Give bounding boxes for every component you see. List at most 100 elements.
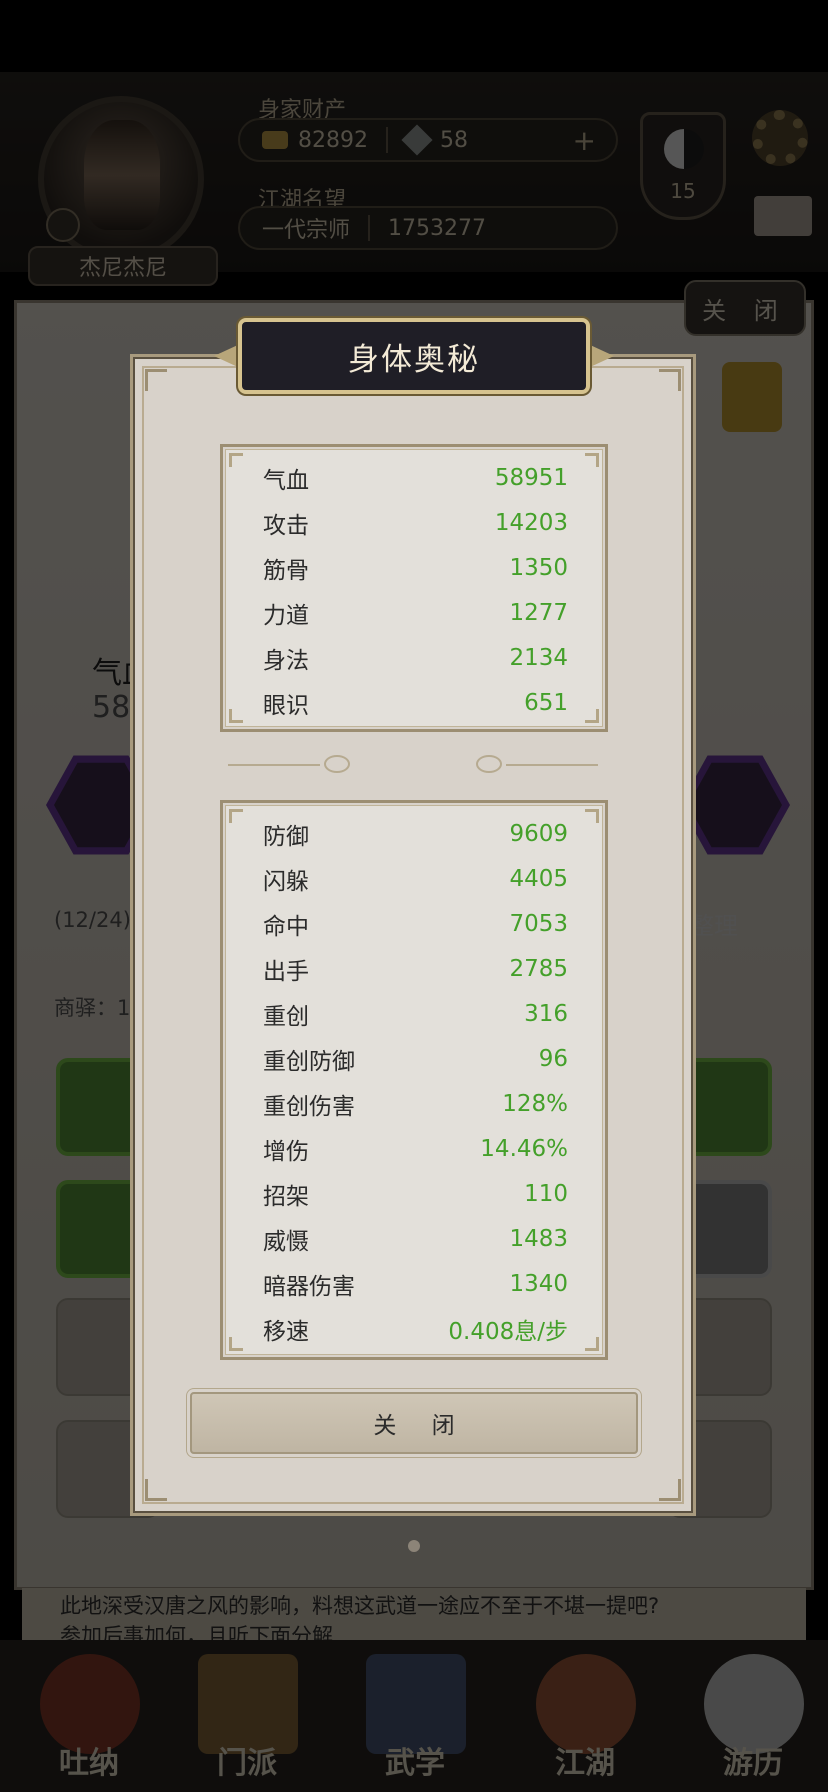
stat-row: 力道 1277 <box>263 591 568 635</box>
stat-value: 58951 <box>494 465 568 491</box>
stat-label: 暗器伤害 <box>263 1274 355 1300</box>
gold-ingot-icon <box>262 131 288 149</box>
currency-bar: 82892 58 + <box>238 118 618 162</box>
stat-row: 防御 9609 <box>263 812 568 856</box>
stat-label: 增伤 <box>263 1139 309 1165</box>
nav-label: 吐纳 <box>59 1746 119 1781</box>
nav-label: 江湖 <box>555 1746 615 1781</box>
stat-row: 闪躲 4405 <box>263 857 568 901</box>
fame-value: 1753277 <box>388 215 486 241</box>
stat-value: 14203 <box>494 510 568 536</box>
stat-value: 9609 <box>509 821 568 847</box>
corner-ornament <box>585 809 599 823</box>
level-badge <box>46 208 80 242</box>
sort-button[interactable]: 整理 <box>690 906 738 941</box>
stat-label: 攻击 <box>263 513 309 539</box>
corner-ornament <box>585 709 599 723</box>
gear-icon[interactable] <box>752 110 808 166</box>
stat-value: 14.46% <box>480 1136 568 1162</box>
combat-stats-panel: 防御 9609 闪躲 4405 命中 7053 出手 2785 重创 316 重创防御 96… <box>220 800 608 1360</box>
stat-label: 命中 <box>263 914 309 940</box>
nav-item-martial-arts[interactable]: 武学 <box>350 1640 480 1792</box>
stat-row: 眼识 651 <box>263 681 568 725</box>
stat-label: 出手 <box>263 959 309 985</box>
story-line-1: 此地深受汉唐之风的影响，料想这武道一途应不至于不堪一提吧? <box>60 1594 660 1618</box>
stat-value: 2134 <box>509 645 568 671</box>
corner-ornament <box>145 369 167 391</box>
stat-value: 1340 <box>509 1271 568 1297</box>
stat-value: 1350 <box>509 555 568 581</box>
corner-ornament <box>145 1479 167 1501</box>
corner-ornament <box>229 1337 243 1351</box>
nav-item-travel[interactable]: 游历 <box>688 1640 818 1792</box>
pendant-icon[interactable] <box>722 362 782 432</box>
sect-level-badge[interactable]: 15 <box>640 112 726 220</box>
sect-level: 15 <box>670 179 696 203</box>
stat-label: 闪躲 <box>263 869 309 895</box>
stat-value: 1277 <box>509 600 568 626</box>
horse-icon <box>688 762 782 848</box>
divider <box>386 127 388 153</box>
nav-label: 门派 <box>217 1746 277 1781</box>
stat-label: 气血 <box>263 468 309 494</box>
stat-value: 316 <box>524 1001 568 1027</box>
stat-label: 重创伤害 <box>263 1094 355 1120</box>
stat-label: 力道 <box>263 603 309 629</box>
base-stats-panel: 气血 58951 攻击 14203 筋骨 1350 力道 1277 身法 2134 眼识 6… <box>220 444 608 732</box>
corner-ornament <box>659 369 681 391</box>
stat-row: 暗器伤害 1340 <box>263 1262 568 1306</box>
stat-value: 1483 <box>509 1226 568 1252</box>
stat-row: 增伤 14.46% <box>263 1127 568 1171</box>
slot-count: (12/24) <box>54 908 131 932</box>
stat-label: 身法 <box>263 648 309 674</box>
stat-row: 重创伤害 128% <box>263 1082 568 1126</box>
stat-label: 威慑 <box>263 1229 309 1255</box>
divider-ornament <box>324 755 350 773</box>
divider <box>368 215 371 241</box>
stat-row: 攻击 14203 <box>263 501 568 545</box>
hp-value: 58 <box>92 690 131 725</box>
add-currency-button[interactable]: + <box>573 124 596 157</box>
avatar-portrait <box>84 120 160 230</box>
divider-ornament <box>476 755 502 773</box>
jade-icon <box>401 124 433 156</box>
coin-amount: 82892 <box>298 127 368 153</box>
stat-value: 7053 <box>509 911 568 937</box>
stat-value: 96 <box>538 1046 568 1072</box>
corner-ornament <box>585 1337 599 1351</box>
stat-value: 2785 <box>509 956 568 982</box>
divider-line <box>228 764 320 766</box>
nav-item-sect[interactable]: 门派 <box>182 1640 312 1792</box>
nav-item-breathing[interactable]: 吐纳 <box>24 1640 154 1792</box>
stat-label: 重创防御 <box>263 1049 355 1075</box>
nav-item-jianghu[interactable]: 江湖 <box>520 1640 650 1792</box>
panel-close-button[interactable]: 关 闭 <box>684 280 806 336</box>
story-scroll: 此地深受汉唐之风的影响，料想这武道一途应不至于不堪一提吧? 参加后事加何，且听下… <box>22 1588 806 1648</box>
stat-label: 眼识 <box>263 693 309 719</box>
status-bar <box>0 0 828 72</box>
mail-icon[interactable] <box>754 196 812 236</box>
stat-value: 4405 <box>509 866 568 892</box>
stat-row: 重创 316 <box>263 992 568 1036</box>
stat-row: 身法 2134 <box>263 636 568 680</box>
stat-row: 命中 7053 <box>263 902 568 946</box>
stat-label: 筋骨 <box>263 558 309 584</box>
stat-row: 出手 2785 <box>263 947 568 991</box>
corner-ornament <box>229 809 243 823</box>
stat-value: 110 <box>524 1181 568 1207</box>
corner-ornament <box>229 453 243 467</box>
nav-label: 武学 <box>385 1746 445 1781</box>
close-button[interactable]: 关 闭 <box>190 1392 638 1454</box>
stat-label: 招架 <box>263 1184 309 1210</box>
stat-row: 气血 58951 <box>263 456 568 500</box>
stat-row: 移速 0.408息/步 <box>263 1307 568 1351</box>
stat-value: 128% <box>502 1091 568 1117</box>
stat-label: 防御 <box>263 824 309 850</box>
stat-row: 招架 110 <box>263 1172 568 1216</box>
page-indicator-dot <box>408 1540 420 1552</box>
player-name: 杰尼杰尼 <box>28 246 218 286</box>
stat-row: 筋骨 1350 <box>263 546 568 590</box>
stat-label: 移速 <box>263 1319 309 1345</box>
corner-ornament <box>229 709 243 723</box>
fame-bar: 一代宗师 1753277 <box>238 206 618 250</box>
